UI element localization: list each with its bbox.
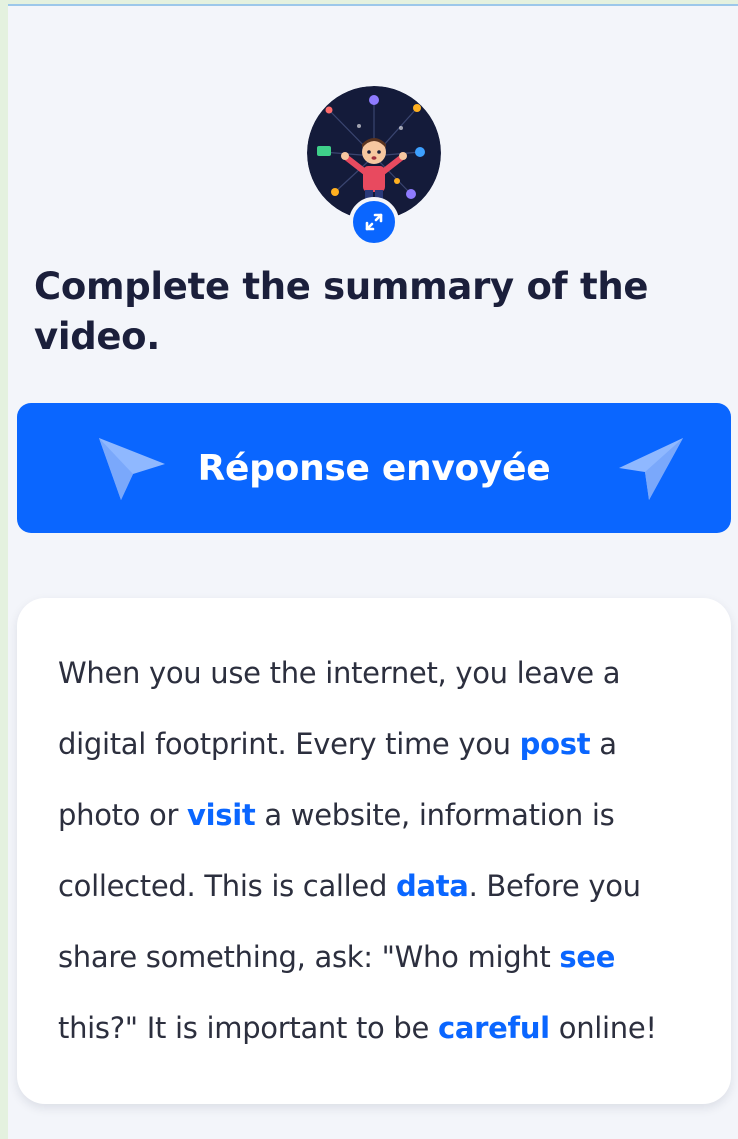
top-border	[0, 0, 738, 6]
paper-plane-icon	[619, 438, 683, 500]
blank-answer-see[interactable]: see	[559, 940, 615, 974]
summary-card: When you use the internet, you leave a d…	[17, 598, 731, 1104]
expand-arrows-icon	[365, 213, 383, 231]
expand-video-button[interactable]	[349, 197, 399, 247]
blank-answer-post[interactable]: post	[520, 727, 591, 761]
summary-text: When you use the internet, you leave a d…	[58, 638, 698, 1064]
submitted-answer-button[interactable]: Réponse envoyée	[17, 403, 731, 533]
left-edge-strip	[0, 0, 8, 1139]
video-thumbnail-container	[307, 86, 441, 247]
paper-plane-icon	[99, 438, 165, 500]
submit-button-label: Réponse envoyée	[197, 447, 551, 489]
summary-text-segment: online!	[549, 1011, 657, 1045]
blank-answer-data[interactable]: data	[396, 869, 469, 903]
question-title: Complete the summary of the video.	[34, 265, 649, 358]
summary-text-segment: this?" It is important to be	[58, 1011, 438, 1045]
blank-answer-visit[interactable]: visit	[187, 798, 256, 832]
blank-answer-careful[interactable]: careful	[438, 1011, 550, 1045]
